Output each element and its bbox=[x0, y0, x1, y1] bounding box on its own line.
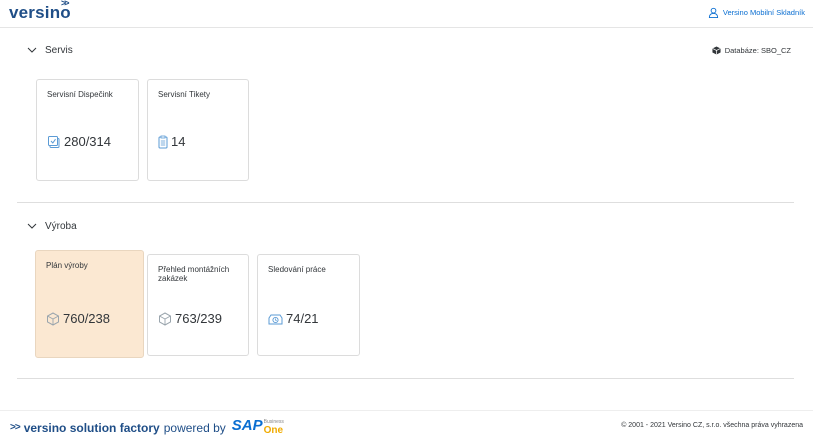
database-label: Databáze: SBO_CZ bbox=[724, 46, 791, 55]
tile-title: Plán výroby bbox=[46, 261, 88, 270]
sap-logo-text: SAP bbox=[231, 417, 263, 434]
tile-servisni-dispecink[interactable]: Servisní Dispečink 280/314 bbox=[36, 79, 139, 181]
versino-logo[interactable]: versino >> bbox=[9, 0, 71, 23]
work-tracking-icon bbox=[268, 314, 283, 325]
tile-value: 74/21 bbox=[268, 311, 319, 326]
tile-value: 760/238 bbox=[46, 311, 110, 326]
section-title-vyroba: Výroba bbox=[45, 221, 77, 232]
tile-number: 760/238 bbox=[63, 311, 110, 326]
tile-number: 14 bbox=[171, 134, 186, 149]
sap-logo-sub: Business One bbox=[264, 419, 284, 436]
footer-brand: versino solution factory bbox=[23, 420, 160, 435]
shell-header: versino >> Versino Mobilní Skladník bbox=[0, 0, 813, 28]
assembly-orders-icon bbox=[159, 312, 171, 326]
chevron-down-icon bbox=[27, 223, 37, 229]
footer-branding: >> versino solution factory powered by S… bbox=[10, 417, 284, 436]
tile-number: 280/314 bbox=[64, 134, 111, 149]
sap-business-one-logo: SAP Business One bbox=[231, 417, 284, 436]
tile-number: 74/21 bbox=[286, 311, 319, 326]
footer-logo-mark: >> bbox=[10, 422, 21, 433]
tile-value: 280/314 bbox=[47, 134, 111, 149]
database-cube-icon bbox=[712, 46, 721, 55]
tile-title: Servisní Dispečink bbox=[47, 90, 113, 99]
copyright: © 2001 - 2021 Versino CZ, s.r.o. všechna… bbox=[621, 422, 803, 429]
section-header-servis[interactable]: Servis bbox=[27, 45, 73, 56]
database-info: Databáze: SBO_CZ bbox=[712, 46, 791, 55]
tile-value: 14 bbox=[158, 134, 185, 149]
section-divider bbox=[17, 378, 794, 379]
tile-sledovani-prace[interactable]: Sledování práce 74/21 bbox=[257, 254, 360, 356]
sap-one-text: One bbox=[263, 425, 284, 436]
tile-prehled-montaznich-zakazek[interactable]: Přehled montážních zakázek 763/239 bbox=[147, 254, 249, 356]
tile-title: Servisní Tikety bbox=[158, 90, 211, 99]
footer-powered-by: powered by bbox=[163, 420, 226, 435]
section-header-vyroba[interactable]: Výroba bbox=[27, 221, 77, 232]
user-menu[interactable]: Versino Mobilní Skladník bbox=[708, 7, 805, 18]
section-divider bbox=[17, 202, 794, 203]
user-name: Versino Mobilní Skladník bbox=[722, 8, 805, 17]
chevron-down-icon bbox=[27, 47, 37, 53]
tile-value: 763/239 bbox=[158, 311, 222, 326]
ticket-clipboard-icon bbox=[158, 135, 168, 149]
user-icon bbox=[708, 7, 718, 18]
footer: >> versino solution factory powered by S… bbox=[0, 410, 813, 439]
tile-plan-vyroby[interactable]: Plán výroby 760/238 bbox=[35, 250, 144, 358]
logo-mark: >> bbox=[61, 0, 69, 8]
production-plan-icon bbox=[47, 312, 59, 326]
tile-number: 763/239 bbox=[175, 311, 222, 326]
section-title-servis: Servis bbox=[45, 45, 73, 56]
tile-servisni-tikety[interactable]: Servisní Tikety 14 bbox=[147, 79, 249, 181]
service-dispatch-icon bbox=[48, 136, 60, 148]
tile-title: Přehled montážních zakázek bbox=[158, 265, 230, 283]
tile-title: Sledování práce bbox=[268, 265, 326, 274]
